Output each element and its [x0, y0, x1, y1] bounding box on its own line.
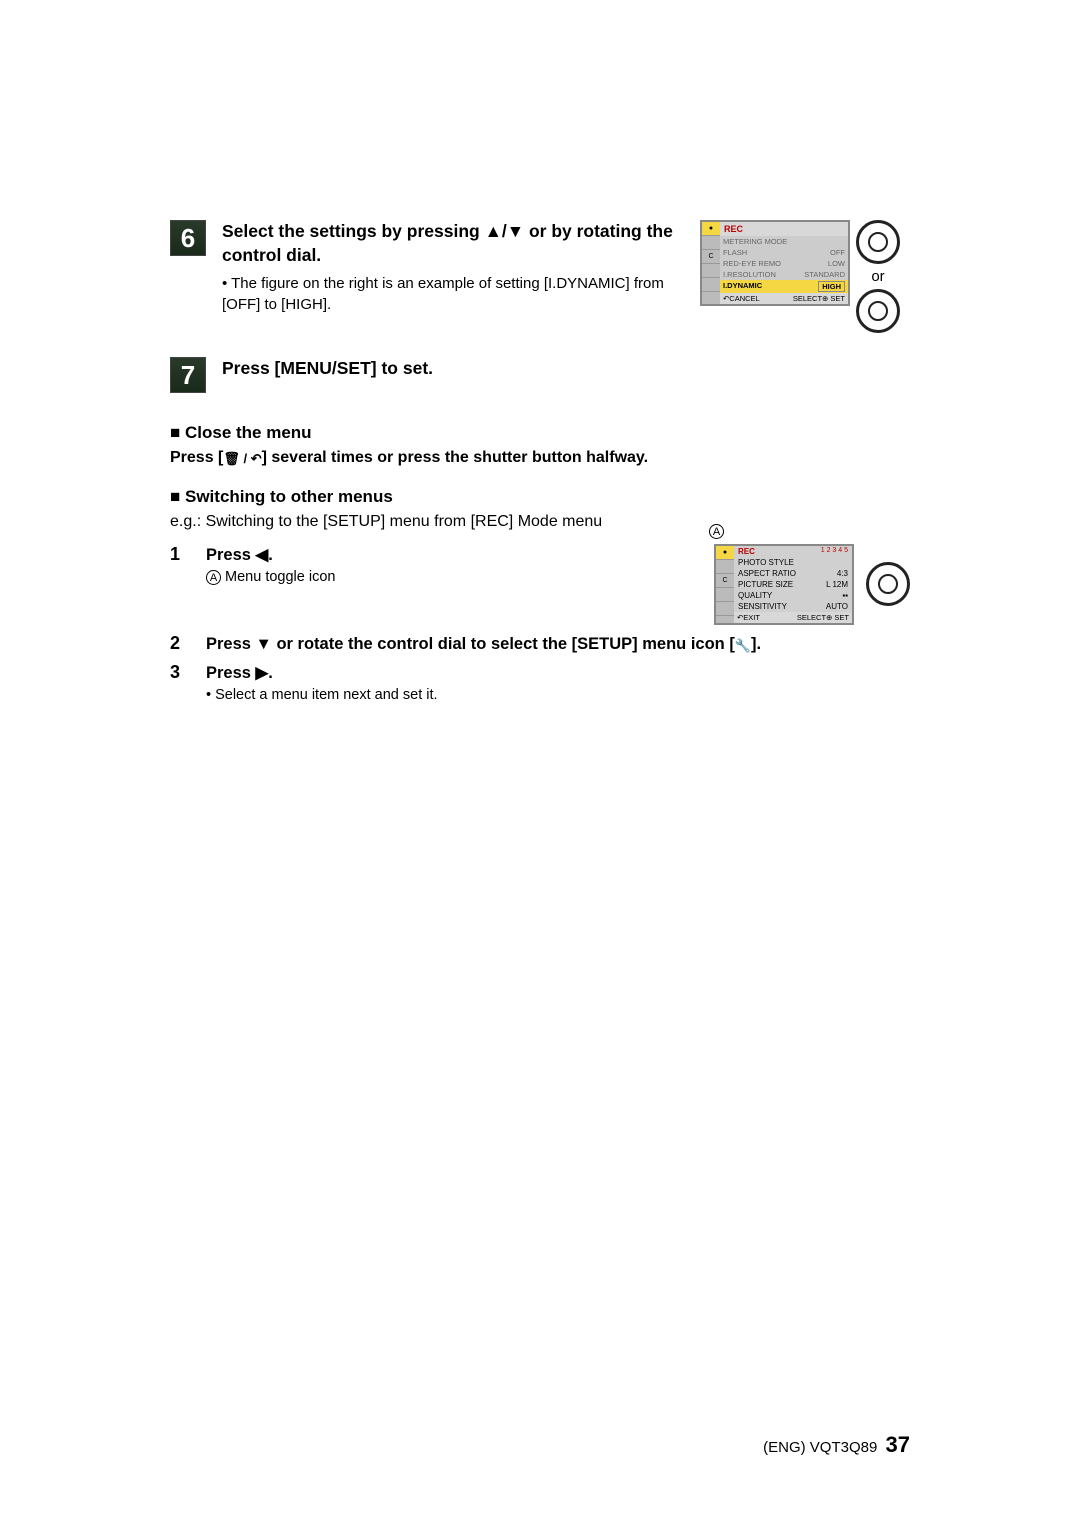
screen1-item-4: I.DYNAMICHIGH	[720, 280, 848, 293]
page-footer: (ENG) VQT3Q89 37	[763, 1432, 910, 1458]
numbered-1-num: 1	[170, 544, 206, 565]
wrench-icon: 🔧	[735, 638, 751, 653]
screen1-tab-2	[702, 236, 720, 250]
screen2-tab-rec: ●	[716, 546, 734, 560]
step-6-badge: 6	[170, 220, 206, 256]
screen2-tab-4	[716, 588, 734, 602]
screen1-item-3: I.RESOLUTIONSTANDARD	[720, 269, 848, 280]
close-menu-head: ■ Close the menu	[170, 423, 910, 443]
close-menu-text: Press [🗑 / ↶] several times or press the…	[170, 447, 910, 469]
camera-screen-2: ● C REC 1 2 3 4 5 PHOTO STYLE	[714, 544, 854, 625]
screen1-item-2: RED-EYE REMOLOW	[720, 258, 848, 269]
screen2-footer: ↶EXIT SELECT⊕ SET	[734, 612, 852, 623]
screen1-item-0: METERING MODE	[720, 236, 848, 247]
numbered-1-sub-text: Menu toggle icon	[225, 569, 335, 585]
screen1-title: REC	[720, 222, 848, 236]
screen2-footer-right: SELECT⊕ SET	[797, 613, 849, 622]
step-6-heading: Select the settings by pressing ▲/▼ or b…	[222, 220, 690, 267]
screen2-pages: 1 2 3 4 5	[821, 547, 848, 556]
doc-code: (ENG) VQT3Q89	[763, 1439, 877, 1456]
control-dial-2-icon	[866, 562, 910, 606]
numbered-3-bullet: • Select a menu item next and set it.	[206, 687, 910, 703]
step-6-right: ● C REC METERING MODE FLASHOFF RED-EYE R…	[690, 220, 910, 333]
screen2-title: REC	[738, 547, 755, 556]
screen1-tab-4	[702, 264, 720, 278]
numbered-2-head-p2: ].	[751, 635, 761, 653]
switching-head: ■ Switching to other menus	[170, 487, 910, 507]
screen1-footer: ↶CANCEL SELECT⊕ SET	[720, 293, 848, 304]
close-menu-text-p2: ] several times or press the shutter but…	[262, 449, 648, 466]
step-7-badge: 7	[170, 357, 206, 393]
numbered-3-row: 3 Press ▶. • Select a menu item next and…	[170, 662, 910, 703]
or-text: or	[871, 268, 884, 285]
numbered-3-num: 3	[170, 662, 206, 683]
up-down-arrow-icon: ▲/▼	[485, 221, 525, 241]
screen2-tab-2	[716, 560, 734, 574]
screen2-item-3: QUALITY▪▪	[734, 590, 852, 601]
screen2-footer-left: ↶EXIT	[737, 613, 760, 622]
close-menu-text-p1: Press [	[170, 449, 223, 466]
screen2-tab-3: C	[716, 574, 734, 588]
screen1-footer-right: SELECT⊕ SET	[793, 294, 845, 303]
screen1-footer-left: ↶CANCEL	[723, 294, 760, 303]
marker-a-icon: A	[206, 570, 221, 585]
numbered-1-sub: A Menu toggle icon	[206, 569, 690, 585]
numbered-2-head-p1: Press ▼ or rotate the control dial to se…	[206, 635, 735, 653]
screen2-tab-5	[716, 602, 734, 616]
screen1-item-1: FLASHOFF	[720, 247, 848, 258]
screen1-tab-3: C	[702, 250, 720, 264]
step-6-row: 6 Select the settings by pressing ▲/▼ or…	[170, 220, 910, 333]
numbered-1-head: Press ◀.	[206, 544, 690, 567]
trash-return-icon: 🗑 / ↶	[223, 451, 261, 466]
numbered-2-num: 2	[170, 633, 206, 654]
screen2-item-0: PHOTO STYLE	[734, 557, 852, 568]
screen1-tab-5	[702, 278, 720, 292]
step-6-bullet: • The figure on the right is an example …	[222, 273, 690, 315]
step-7-row: 7 Press [MENU/SET] to set.	[170, 357, 910, 393]
control-dial-icon	[856, 289, 900, 333]
page-number: 37	[886, 1432, 910, 1457]
annotation-marker-a: A	[709, 524, 724, 539]
screen2-item-2: PICTURE SIZEL 12M	[734, 579, 852, 590]
switching-eg: e.g.: Switching to the [SETUP] menu from…	[170, 511, 910, 533]
step-7-heading: Press [MENU/SET] to set.	[222, 357, 910, 381]
dpad-dial-icon	[856, 220, 900, 264]
step-6-heading-p1: Select the settings by pressing	[222, 221, 485, 241]
screen2-item-4: SENSITIVITYAUTO	[734, 601, 852, 612]
camera-screen-1: ● C REC METERING MODE FLASHOFF RED-EYE R…	[700, 220, 850, 306]
numbered-2-head: Press ▼ or rotate the control dial to se…	[206, 633, 910, 656]
marker-a-callout-icon: A	[709, 524, 724, 539]
screen2-item-1: ASPECT RATIO4:3	[734, 568, 852, 579]
numbered-1-row: 1 Press ◀. A Menu toggle icon A	[170, 544, 910, 625]
numbered-3-head: Press ▶.	[206, 662, 910, 685]
close-menu-section: ■ Close the menu Press [🗑 / ↶] several t…	[170, 423, 910, 469]
screen1-tab-rec: ●	[702, 222, 720, 236]
switching-section: ■ Switching to other menus e.g.: Switchi…	[170, 487, 910, 533]
numbered-2-row: 2 Press ▼ or rotate the control dial to …	[170, 633, 910, 656]
